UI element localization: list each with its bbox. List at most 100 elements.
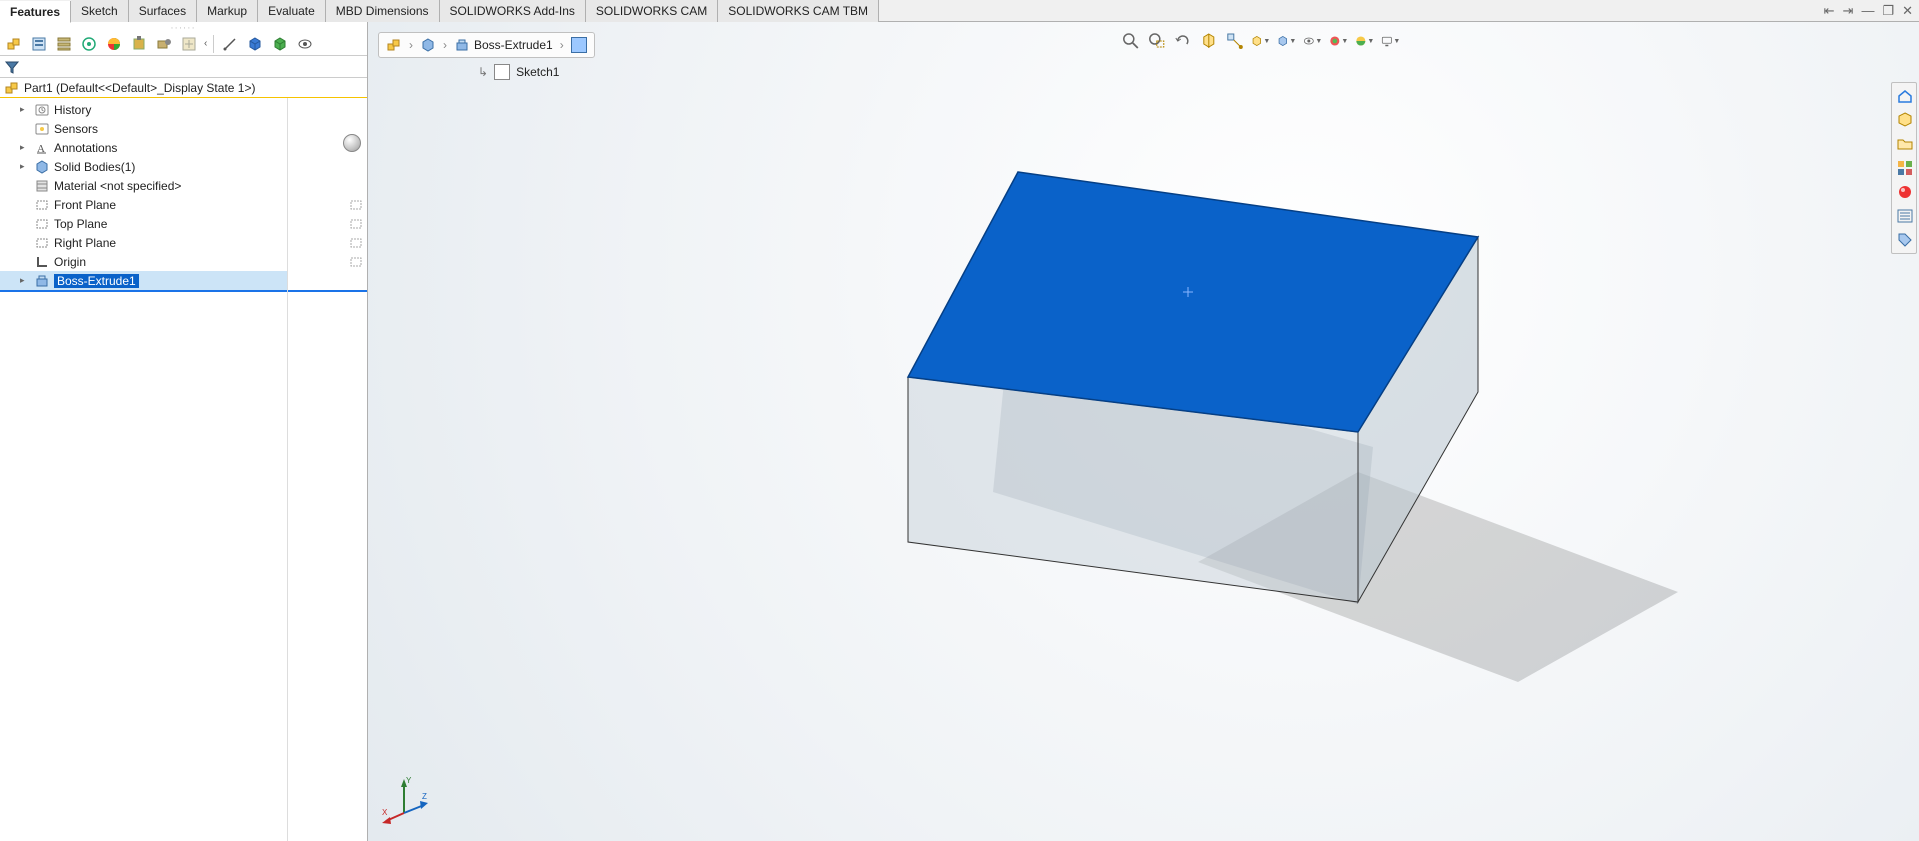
plane-display-toggle[interactable]: [349, 252, 363, 271]
fm-eye-icon[interactable]: [293, 33, 316, 55]
feature-manager-filter[interactable]: [0, 56, 367, 78]
task-view-palette[interactable]: [1894, 157, 1916, 179]
assembly-icon: [6, 36, 22, 52]
graphics-viewport[interactable]: › › Boss-Extrude1 › ↳ Sketch1: [368, 22, 1919, 841]
orientation-triad[interactable]: Y X Z: [380, 769, 440, 829]
minimize-button[interactable]: —: [1861, 3, 1874, 18]
origin-icon: [34, 254, 50, 270]
model-3d[interactable]: [778, 142, 1728, 682]
plane-display-toggle[interactable]: [349, 195, 363, 214]
tree-expander[interactable]: ▸: [20, 161, 30, 172]
face-icon: [571, 37, 587, 53]
tab-solidworks-cam-tbm[interactable]: SOLIDWORKS CAM TBM: [718, 0, 879, 22]
tab-sketch[interactable]: Sketch: [71, 0, 129, 22]
breadcrumb-sub-arrow-icon: ↳: [478, 65, 488, 79]
breadcrumb-sketch-label[interactable]: Sketch1: [516, 65, 559, 79]
plane-display-toggle[interactable]: [349, 214, 363, 233]
view-settings-button[interactable]: ▼: [1380, 31, 1400, 51]
fm-tab-feature-tree[interactable]: [2, 33, 25, 55]
history-icon: [34, 102, 50, 118]
apply-scene-button[interactable]: ▼: [1354, 31, 1374, 51]
cube-icon: [1896, 111, 1914, 129]
task-custom-properties[interactable]: [1894, 205, 1916, 227]
eye-icon: [297, 36, 313, 52]
part-root-row[interactable]: Part1 (Default<<Default>_Display State 1…: [0, 78, 367, 98]
tree-item-solid-bodies-1[interactable]: ▸Solid Bodies(1): [0, 157, 287, 176]
fm-tab-display-manager[interactable]: [102, 33, 125, 55]
command-manager-tabs: Features Sketch Surfaces Markup Evaluate…: [0, 0, 1919, 22]
plane-icon: [34, 235, 50, 251]
panel-drag-handle[interactable]: ∙∙∙∙∙∙: [0, 22, 367, 32]
fm-cube-blue[interactable]: [243, 33, 266, 55]
breadcrumb-body[interactable]: [417, 34, 439, 56]
fm-tab-cam-tools[interactable]: [152, 33, 175, 55]
display-style-icon: [1276, 33, 1288, 49]
home-icon: [1896, 87, 1914, 105]
tab-surfaces[interactable]: Surfaces: [129, 0, 197, 22]
appearance-flyout[interactable]: [337, 128, 367, 158]
panel-collapse-right-icon[interactable]: ⇥: [1843, 3, 1854, 19]
rollback-bar[interactable]: [288, 290, 367, 292]
task-pane-dock: [1891, 82, 1917, 254]
breadcrumb-face[interactable]: [568, 34, 590, 56]
tree-expander[interactable]: ▸: [20, 275, 30, 286]
task-resources[interactable]: [1894, 109, 1916, 131]
tree-item-label: Origin: [54, 255, 86, 269]
cube-blue-icon: [247, 36, 263, 52]
task-library[interactable]: [1894, 133, 1916, 155]
breadcrumb-part[interactable]: [383, 34, 405, 56]
zoom-fit-button[interactable]: [1120, 31, 1140, 51]
fm-tab-cam-ops[interactable]: [177, 33, 200, 55]
zoom-area-icon: [1147, 32, 1165, 50]
tree-item-annotations[interactable]: ▸AAnnotations: [0, 138, 287, 157]
tab-features[interactable]: Features: [0, 1, 71, 23]
palette-icon: [1896, 159, 1914, 177]
tab-solidworks-cam[interactable]: SOLIDWORKS CAM: [586, 0, 718, 22]
hide-show-button[interactable]: ▼: [1302, 31, 1322, 51]
view-orientation-button[interactable]: ▼: [1250, 31, 1270, 51]
zoom-area-button[interactable]: [1146, 31, 1166, 51]
tree-expander[interactable]: ▸: [20, 104, 30, 115]
tree-item-origin[interactable]: Origin: [0, 252, 287, 271]
sketch-icon: [494, 64, 510, 80]
tab-evaluate[interactable]: Evaluate: [258, 0, 326, 22]
tree-expander[interactable]: ▸: [20, 142, 30, 153]
prev-view-icon: [1173, 32, 1191, 50]
fm-cube-green[interactable]: [268, 33, 291, 55]
dynamic-annotation-button[interactable]: [1224, 31, 1244, 51]
section-view-button[interactable]: [1198, 31, 1218, 51]
fm-tab-property-manager[interactable]: [27, 33, 50, 55]
tree-item-right-plane[interactable]: Right Plane: [0, 233, 287, 252]
tab-markup[interactable]: Markup: [197, 0, 258, 22]
close-button[interactable]: ✕: [1902, 3, 1913, 19]
task-appearances[interactable]: [1894, 181, 1916, 203]
tree-item-material-not-specified[interactable]: Material <not specified>: [0, 176, 287, 195]
tree-item-sensors[interactable]: Sensors: [0, 119, 287, 138]
fm-tab-configuration-manager[interactable]: [52, 33, 75, 55]
window-controls: ⇤ ⇥ — ❐ ✕: [1824, 3, 1919, 19]
task-forum[interactable]: [1894, 229, 1916, 251]
plane-display-toggle[interactable]: [349, 233, 363, 252]
previous-view-button[interactable]: [1172, 31, 1192, 51]
edit-appearance-button[interactable]: ▼: [1328, 31, 1348, 51]
appearance-icon: [1328, 33, 1340, 49]
tree-item-label: Right Plane: [54, 236, 116, 250]
extrude-icon: [454, 37, 470, 53]
fm-tab-cam-manager[interactable]: [127, 33, 150, 55]
tab-mbd-dimensions[interactable]: MBD Dimensions: [326, 0, 440, 22]
tree-item-boss-extrude1[interactable]: ▸Boss-Extrude1: [0, 271, 287, 290]
tab-solidworks-addins[interactable]: SOLIDWORKS Add-Ins: [440, 0, 586, 22]
tree-item-top-plane[interactable]: Top Plane: [0, 214, 287, 233]
task-home[interactable]: [1894, 85, 1916, 107]
breadcrumb-feature[interactable]: Boss-Extrude1: [451, 34, 556, 56]
maximize-button[interactable]: ❐: [1882, 3, 1894, 19]
fm-rollback-icon[interactable]: [218, 33, 241, 55]
panel-collapse-left-icon[interactable]: ⇤: [1824, 3, 1835, 19]
fm-overflow-left[interactable]: ‹: [202, 38, 209, 49]
tree-item-label: History: [54, 103, 91, 117]
axis-y-label: Y: [406, 776, 412, 785]
tree-item-front-plane[interactable]: Front Plane: [0, 195, 287, 214]
fm-tab-dimxpert-manager[interactable]: [77, 33, 100, 55]
display-style-button[interactable]: ▼: [1276, 31, 1296, 51]
tree-item-history[interactable]: ▸ History: [0, 100, 287, 119]
